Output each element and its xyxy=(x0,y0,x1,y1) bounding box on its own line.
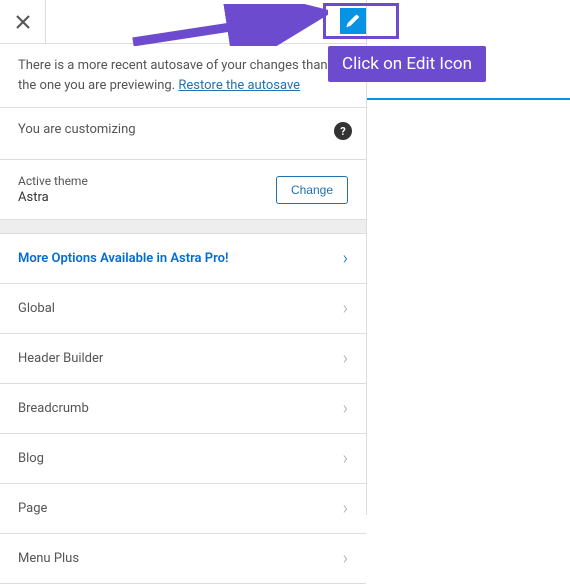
chevron-right-icon: › xyxy=(343,348,348,369)
autosave-notice: There is a more recent autosave of your … xyxy=(0,44,366,108)
chevron-right-icon: › xyxy=(343,248,348,269)
customizing-label: You are customizing xyxy=(18,122,348,137)
active-theme-name: Astra xyxy=(18,190,88,205)
chevron-right-icon: › xyxy=(343,398,348,419)
menu-item-label: Blog xyxy=(18,451,44,466)
menu-item-label: Breadcrumb xyxy=(18,401,89,416)
chevron-right-icon: › xyxy=(343,548,348,569)
chevron-right-icon: › xyxy=(343,448,348,469)
menu-item-label: Header Builder xyxy=(18,351,103,366)
change-theme-button[interactable]: Change xyxy=(276,176,348,204)
active-theme-block: Active theme Astra Change xyxy=(0,160,366,220)
chevron-right-icon: › xyxy=(343,298,348,319)
menu-item-label: Page xyxy=(18,501,47,516)
top-bar xyxy=(0,0,366,44)
callout-text: Click on Edit Icon xyxy=(342,54,472,74)
edit-button[interactable] xyxy=(340,8,366,34)
chevron-right-icon: › xyxy=(343,498,348,519)
edit-icon-highlight-box xyxy=(323,3,399,39)
help-icon[interactable]: ? xyxy=(334,122,352,140)
menu-item-breadcrumb[interactable]: Breadcrumb › xyxy=(0,384,366,434)
menu-item-label: Global xyxy=(18,301,55,316)
menu-item-page[interactable]: Page › xyxy=(0,484,366,534)
customizing-block: You are customizing ? xyxy=(0,108,366,160)
menu-item-promo[interactable]: More Options Available in Astra Pro! › xyxy=(0,234,366,284)
restore-autosave-link[interactable]: Restore the autosave xyxy=(178,78,300,93)
menu-item-menu-plus[interactable]: Menu Plus › xyxy=(0,534,366,584)
menu-item-global[interactable]: Global › xyxy=(0,284,366,334)
close-button[interactable] xyxy=(0,0,46,43)
menu-item-blog[interactable]: Blog › xyxy=(0,434,366,484)
section-spacer xyxy=(0,220,366,234)
menu-item-label: More Options Available in Astra Pro! xyxy=(18,251,228,266)
active-theme-label: Active theme xyxy=(18,174,88,188)
customizer-sidebar: There is a more recent autosave of your … xyxy=(0,0,367,515)
menu-item-label: Menu Plus xyxy=(18,551,79,566)
pencil-icon xyxy=(346,14,360,28)
annotation-callout: Click on Edit Icon xyxy=(328,46,486,82)
close-icon xyxy=(16,15,30,29)
preview-separator xyxy=(367,98,570,100)
menu-item-header-builder[interactable]: Header Builder › xyxy=(0,334,366,384)
